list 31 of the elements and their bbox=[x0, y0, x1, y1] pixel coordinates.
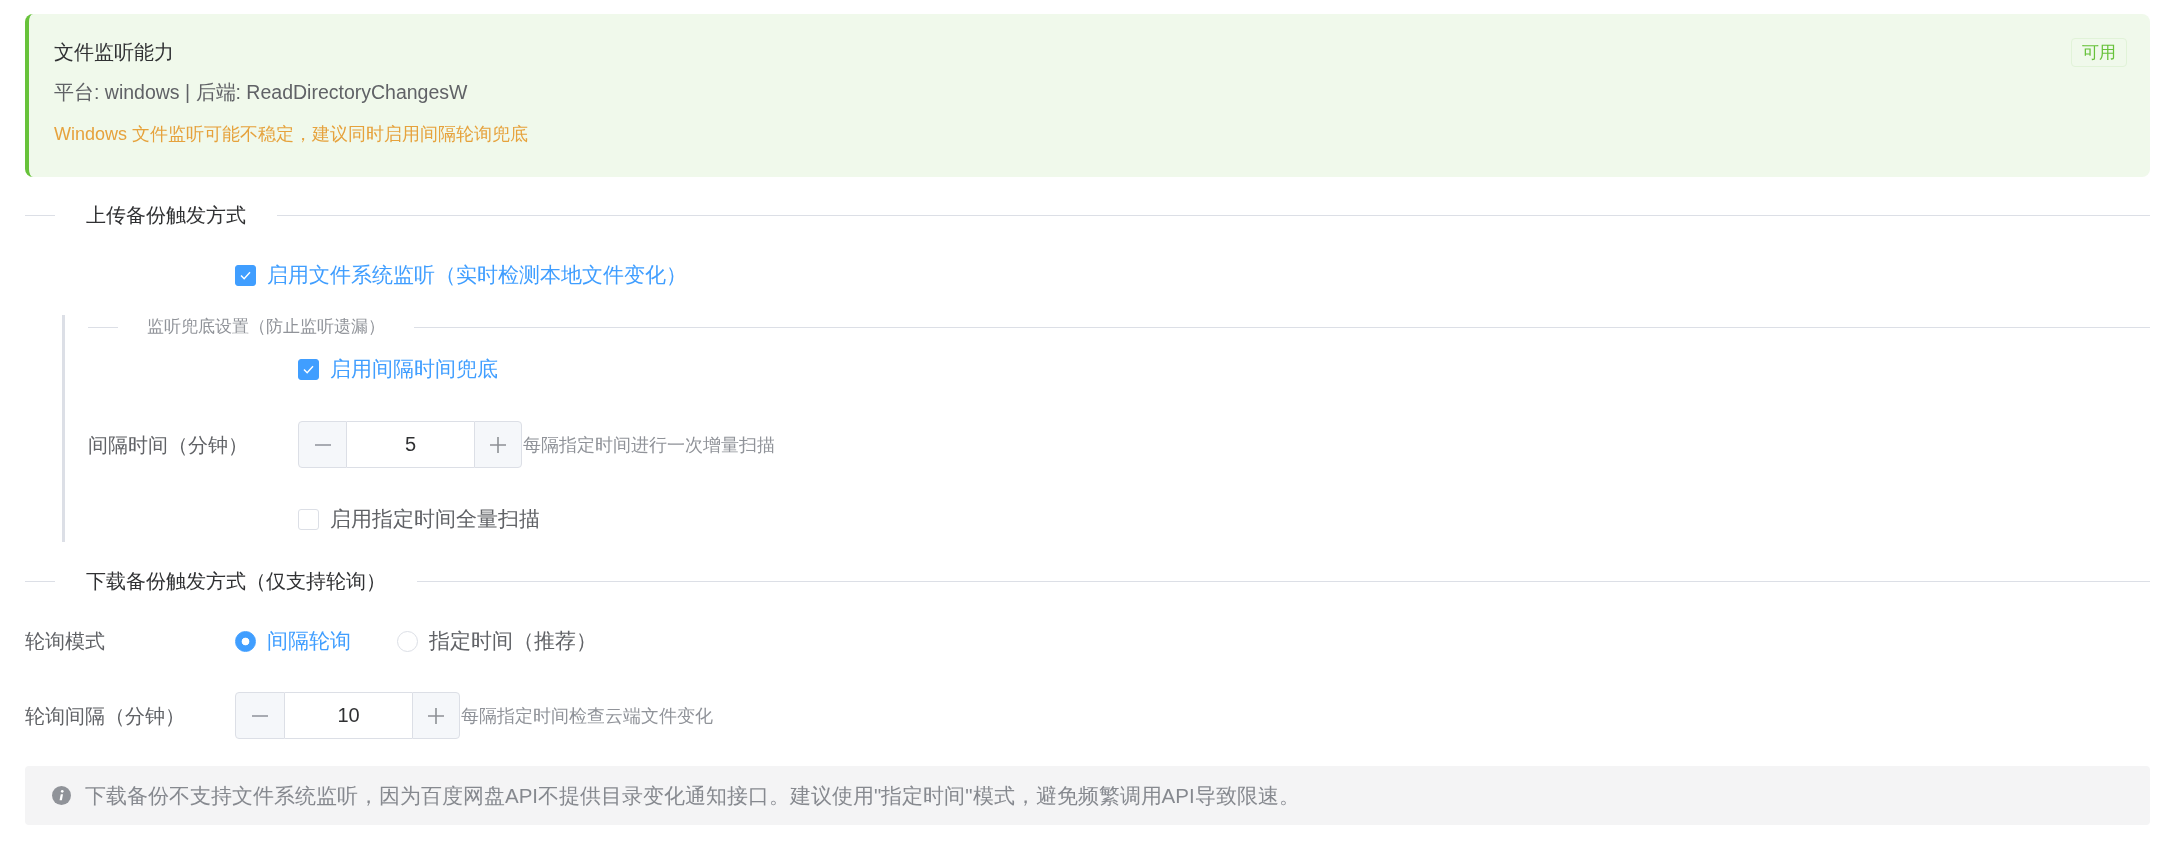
info-icon bbox=[52, 786, 71, 805]
checkmark-icon bbox=[303, 364, 314, 374]
number-input[interactable]: 5 bbox=[347, 421, 474, 468]
decrease-button[interactable] bbox=[298, 421, 347, 468]
platform-details: 平台: windows | 后端: ReadDirectoryChangesW bbox=[54, 80, 469, 105]
warning-text: Windows 文件监听可能不稳定，建议同时启用间隔轮询兜底 bbox=[54, 123, 530, 146]
form-label: 间隔时间（分钟） bbox=[88, 432, 249, 458]
subsection-heading: 监听兜底设置（防止监听遗漏） bbox=[146, 316, 386, 338]
checkmark-icon bbox=[240, 270, 251, 280]
checkbox[interactable] bbox=[298, 358, 319, 380]
info-text: 下载备份不支持文件系统监听，因为百度网盘API不提供目录变化通知接口。建议使用"指定时间"模式，避免频繁调用API导致限速。 bbox=[85, 782, 1300, 809]
hint-text: 每隔指定时间检查云端文件变化 bbox=[461, 704, 713, 728]
increase-button[interactable] bbox=[412, 692, 460, 739]
checkbox[interactable] bbox=[235, 264, 256, 286]
number-input[interactable]: 10 bbox=[285, 692, 412, 739]
minus-icon bbox=[314, 443, 331, 446]
form-label: 轮询间隔（分钟） bbox=[25, 703, 186, 729]
section-heading: 下载备份触发方式（仅支持轮询） bbox=[85, 569, 387, 594]
status-badge: 可用 bbox=[2071, 37, 2127, 67]
radio-label[interactable]: 指定时间（推荐） bbox=[429, 627, 597, 655]
plus-icon bbox=[428, 707, 444, 724]
increase-button[interactable] bbox=[474, 421, 522, 468]
plus-icon bbox=[490, 436, 506, 453]
card-title: 文件监听能力 bbox=[54, 40, 174, 65]
minus-icon bbox=[252, 714, 268, 717]
checkbox-label[interactable]: 启用指定时间全量扫描 bbox=[330, 505, 540, 533]
section-heading: 上传备份触发方式 bbox=[85, 203, 247, 228]
decrease-button[interactable] bbox=[235, 692, 285, 739]
hint-text: 每隔指定时间进行一次增量扫描 bbox=[523, 433, 775, 457]
form-label: 轮询模式 bbox=[25, 629, 106, 654]
radio-button[interactable] bbox=[235, 630, 256, 652]
